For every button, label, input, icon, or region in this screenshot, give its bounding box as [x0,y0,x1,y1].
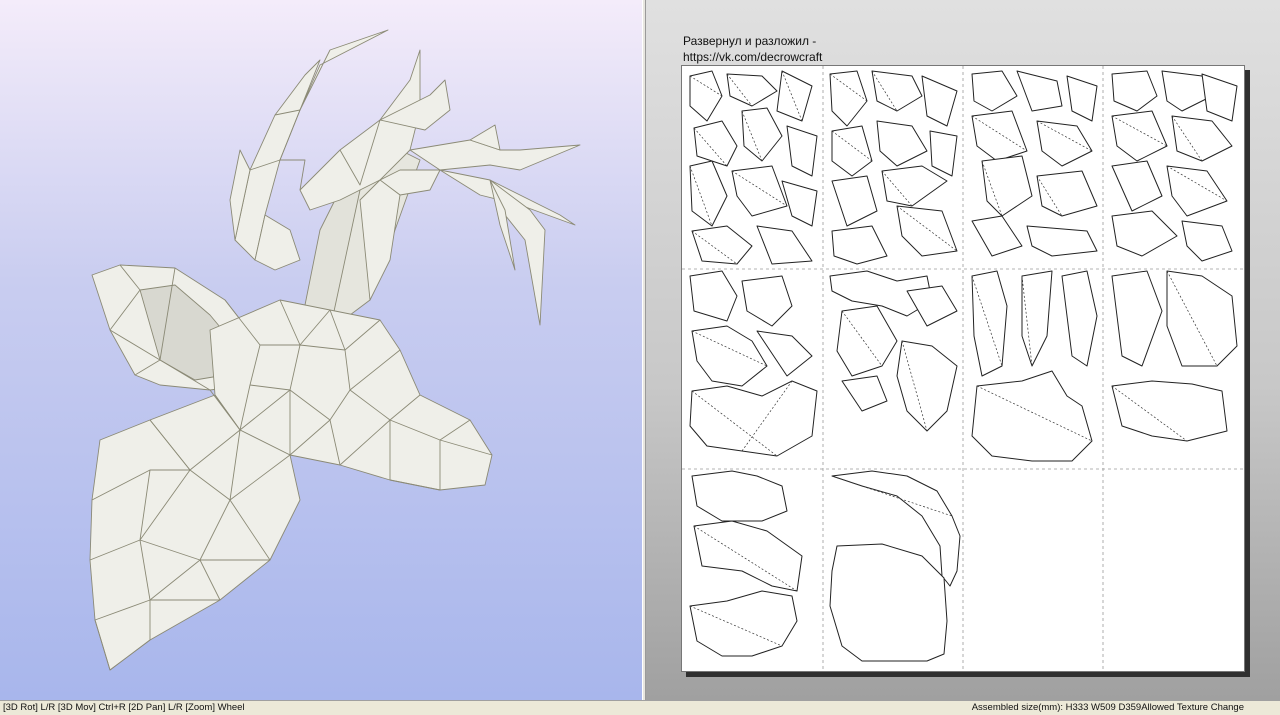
controls-hint: [3D Rot] L/R [3D Mov] Ctrl+R [2D Pan] L/… [3,702,245,713]
unfolded-parts [682,66,1244,671]
sheet-note-line1: Развернул и разложил - [683,34,817,48]
sheet-note-line2: https://vk.com/decrowcraft [683,50,823,64]
2d-view-pane[interactable]: Развернул и разложил - https://vk.com/de… [646,0,1280,700]
status-right: Assembled size(mm): H333 W509 D359Allowe… [972,701,1244,715]
deer-head-model[interactable] [0,0,642,700]
3d-view-pane[interactable] [0,0,642,700]
sheet-note: Развернул и разложил - https://vk.com/de… [683,33,822,65]
assembled-size: Assembled size(mm): H333 W509 D359 [971,702,1142,713]
status-bar: [3D Rot] L/R [3D Mov] Ctrl+R [2D Pan] L/… [0,700,1280,715]
pattern-sheet[interactable] [681,65,1245,672]
texture-mode: Allowed Texture Change [1141,702,1244,713]
part-outlines [689,70,1238,662]
